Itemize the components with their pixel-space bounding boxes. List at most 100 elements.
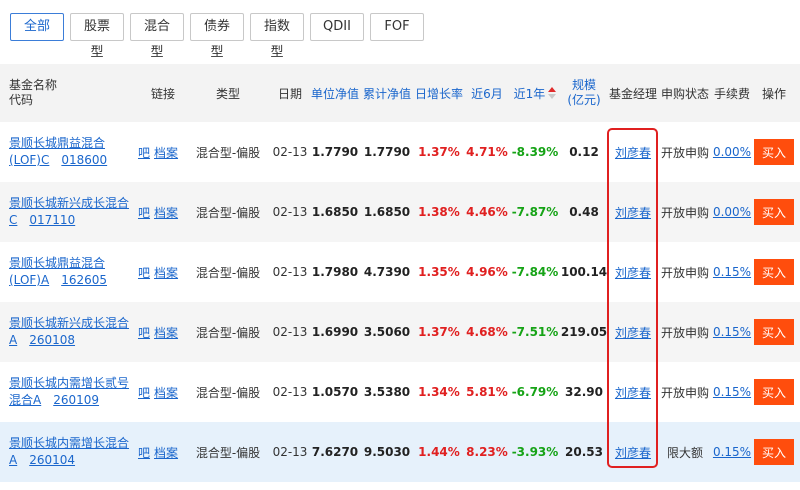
return-6m: 4.68% xyxy=(466,325,508,339)
purchase-status: 开放申购 xyxy=(660,205,709,220)
header-1y-label: 近1年 xyxy=(513,86,546,101)
daily-growth: 1.37% xyxy=(418,145,460,159)
header-daily-growth[interactable]: 日增长率 xyxy=(414,64,464,122)
return-6m: 4.71% xyxy=(466,145,508,159)
header-manager: 基金经理 xyxy=(608,86,657,101)
return-1y: -6.79% xyxy=(511,385,559,399)
fund-archive-link[interactable]: 档案 xyxy=(154,204,178,221)
tab-fof[interactable]: FOF xyxy=(370,13,424,41)
fund-name-link-2[interactable]: 混合A xyxy=(9,393,41,407)
link-cell: 吧档案 xyxy=(138,302,188,362)
manager-link[interactable]: 刘彦春 xyxy=(615,324,651,341)
fund-size: 0.48 xyxy=(569,205,599,219)
table-row: 景顺长城新兴成长混合 A 260108 吧档案 混合型-偏股 02-13 1.69… xyxy=(0,302,800,362)
fee-link[interactable]: 0.15% xyxy=(713,325,751,339)
fund-bar-link[interactable]: 吧 xyxy=(138,144,150,161)
purchase-status: 开放申购 xyxy=(660,265,709,280)
return-1y: -8.39% xyxy=(511,145,559,159)
fee-link[interactable]: 0.15% xyxy=(713,445,751,459)
fund-code-link[interactable]: 162605 xyxy=(61,273,107,287)
manager-link[interactable]: 刘彦春 xyxy=(615,444,651,461)
fund-name-link[interactable]: 景顺长城内需增长贰号 xyxy=(9,375,129,392)
fund-archive-link[interactable]: 档案 xyxy=(154,444,178,461)
fund-name-link[interactable]: 景顺长城内需增长混合 xyxy=(9,435,129,452)
fund-code-link[interactable]: 018600 xyxy=(61,153,107,167)
tab-all[interactable]: 全部 xyxy=(10,13,64,41)
fund-archive-link[interactable]: 档案 xyxy=(154,324,178,341)
tab-hybrid[interactable]: 混合型 xyxy=(130,13,184,60)
buy-button[interactable]: 买入 xyxy=(754,139,794,165)
fee-cell: 0.15% xyxy=(712,362,752,422)
cum-nav: 1.6850 xyxy=(363,205,411,219)
fund-name-cell: 景顺长城鼎益混合 (LOF)A 162605 xyxy=(9,242,137,302)
tab-qdii[interactable]: QDII xyxy=(310,13,364,41)
buy-button[interactable]: 买入 xyxy=(754,379,794,405)
fund-name-link[interactable]: 景顺长城新兴成长混合 xyxy=(9,315,129,332)
op-cell: 买入 xyxy=(754,302,794,362)
fund-size: 100.14 xyxy=(560,265,608,279)
fee-cell: 0.15% xyxy=(712,422,752,482)
buy-button[interactable]: 买入 xyxy=(754,439,794,465)
tab-bond[interactable]: 债券型 xyxy=(190,13,244,60)
fund-archive-link[interactable]: 档案 xyxy=(154,264,178,281)
fund-name-link-2[interactable]: C xyxy=(9,213,17,227)
fee-link[interactable]: 0.00% xyxy=(713,205,751,219)
fee-link[interactable]: 0.00% xyxy=(713,145,751,159)
manager-link[interactable]: 刘彦春 xyxy=(615,144,651,161)
nav-date: 02-13 xyxy=(272,265,308,279)
manager-link[interactable]: 刘彦春 xyxy=(615,264,651,281)
fund-bar-link[interactable]: 吧 xyxy=(138,324,150,341)
daily-growth: 1.35% xyxy=(418,265,460,279)
unit-nav: 1.7790 xyxy=(311,145,359,159)
fee-link[interactable]: 0.15% xyxy=(713,265,751,279)
fund-name-link-2[interactable]: (LOF)C xyxy=(9,153,49,167)
buy-button[interactable]: 买入 xyxy=(754,319,794,345)
fund-name-link[interactable]: 景顺长城新兴成长混合 xyxy=(9,195,129,212)
fund-archive-link[interactable]: 档案 xyxy=(154,144,178,161)
return-6m: 8.23% xyxy=(466,445,508,459)
buy-button[interactable]: 买入 xyxy=(754,199,794,225)
tab-index[interactable]: 指数型 xyxy=(250,13,304,60)
tab-stock[interactable]: 股票型 xyxy=(70,13,124,60)
fund-bar-link[interactable]: 吧 xyxy=(138,444,150,461)
unit-nav: 1.6990 xyxy=(311,325,359,339)
manager-cell: 刘彦春 xyxy=(608,362,658,422)
fund-bar-link[interactable]: 吧 xyxy=(138,204,150,221)
cum-nav: 4.7390 xyxy=(363,265,411,279)
fee-link[interactable]: 0.15% xyxy=(713,385,751,399)
nav-date: 02-13 xyxy=(272,145,308,159)
fund-code-link[interactable]: 260108 xyxy=(29,333,75,347)
fund-name-link-2[interactable]: A xyxy=(9,453,17,467)
nav-date: 02-13 xyxy=(272,385,308,399)
manager-cell: 刘彦春 xyxy=(608,302,658,362)
manager-link[interactable]: 刘彦春 xyxy=(615,384,651,401)
header-6m[interactable]: 近6月 xyxy=(466,64,508,122)
daily-growth: 1.34% xyxy=(418,385,460,399)
fund-name-link-2[interactable]: A xyxy=(9,333,17,347)
header-cum-nav[interactable]: 累计净值 xyxy=(362,64,412,122)
header-unit-nav[interactable]: 单位净值 xyxy=(310,64,360,122)
fund-size: 0.12 xyxy=(569,145,599,159)
op-cell: 买入 xyxy=(754,182,794,242)
return-6m: 5.81% xyxy=(466,385,508,399)
manager-link[interactable]: 刘彦春 xyxy=(615,204,651,221)
return-1y: -7.87% xyxy=(511,205,559,219)
fee-cell: 0.00% xyxy=(712,182,752,242)
fund-name-link[interactable]: 景顺长城鼎益混合 xyxy=(9,255,107,272)
fund-archive-link[interactable]: 档案 xyxy=(154,384,178,401)
fund-code-link[interactable]: 260104 xyxy=(29,453,75,467)
fund-code-link[interactable]: 260109 xyxy=(53,393,99,407)
header-size-unit: (亿元) xyxy=(567,93,601,107)
fund-code-link[interactable]: 017110 xyxy=(29,213,75,227)
fund-bar-link[interactable]: 吧 xyxy=(138,384,150,401)
buy-button[interactable]: 买入 xyxy=(754,259,794,285)
header-size[interactable]: 规模 (亿元) xyxy=(562,64,606,122)
header-1y[interactable]: 近1年 xyxy=(510,64,560,122)
link-cell: 吧档案 xyxy=(138,422,188,482)
fund-name-link-2[interactable]: (LOF)A xyxy=(9,273,49,287)
table-row: 景顺长城鼎益混合 (LOF)A 162605 吧档案 混合型-偏股 02-13 1… xyxy=(0,242,800,302)
header-type: 类型 xyxy=(215,86,240,101)
fund-name-link[interactable]: 景顺长城鼎益混合 xyxy=(9,135,107,152)
cum-nav: 9.5030 xyxy=(363,445,411,459)
fund-bar-link[interactable]: 吧 xyxy=(138,264,150,281)
